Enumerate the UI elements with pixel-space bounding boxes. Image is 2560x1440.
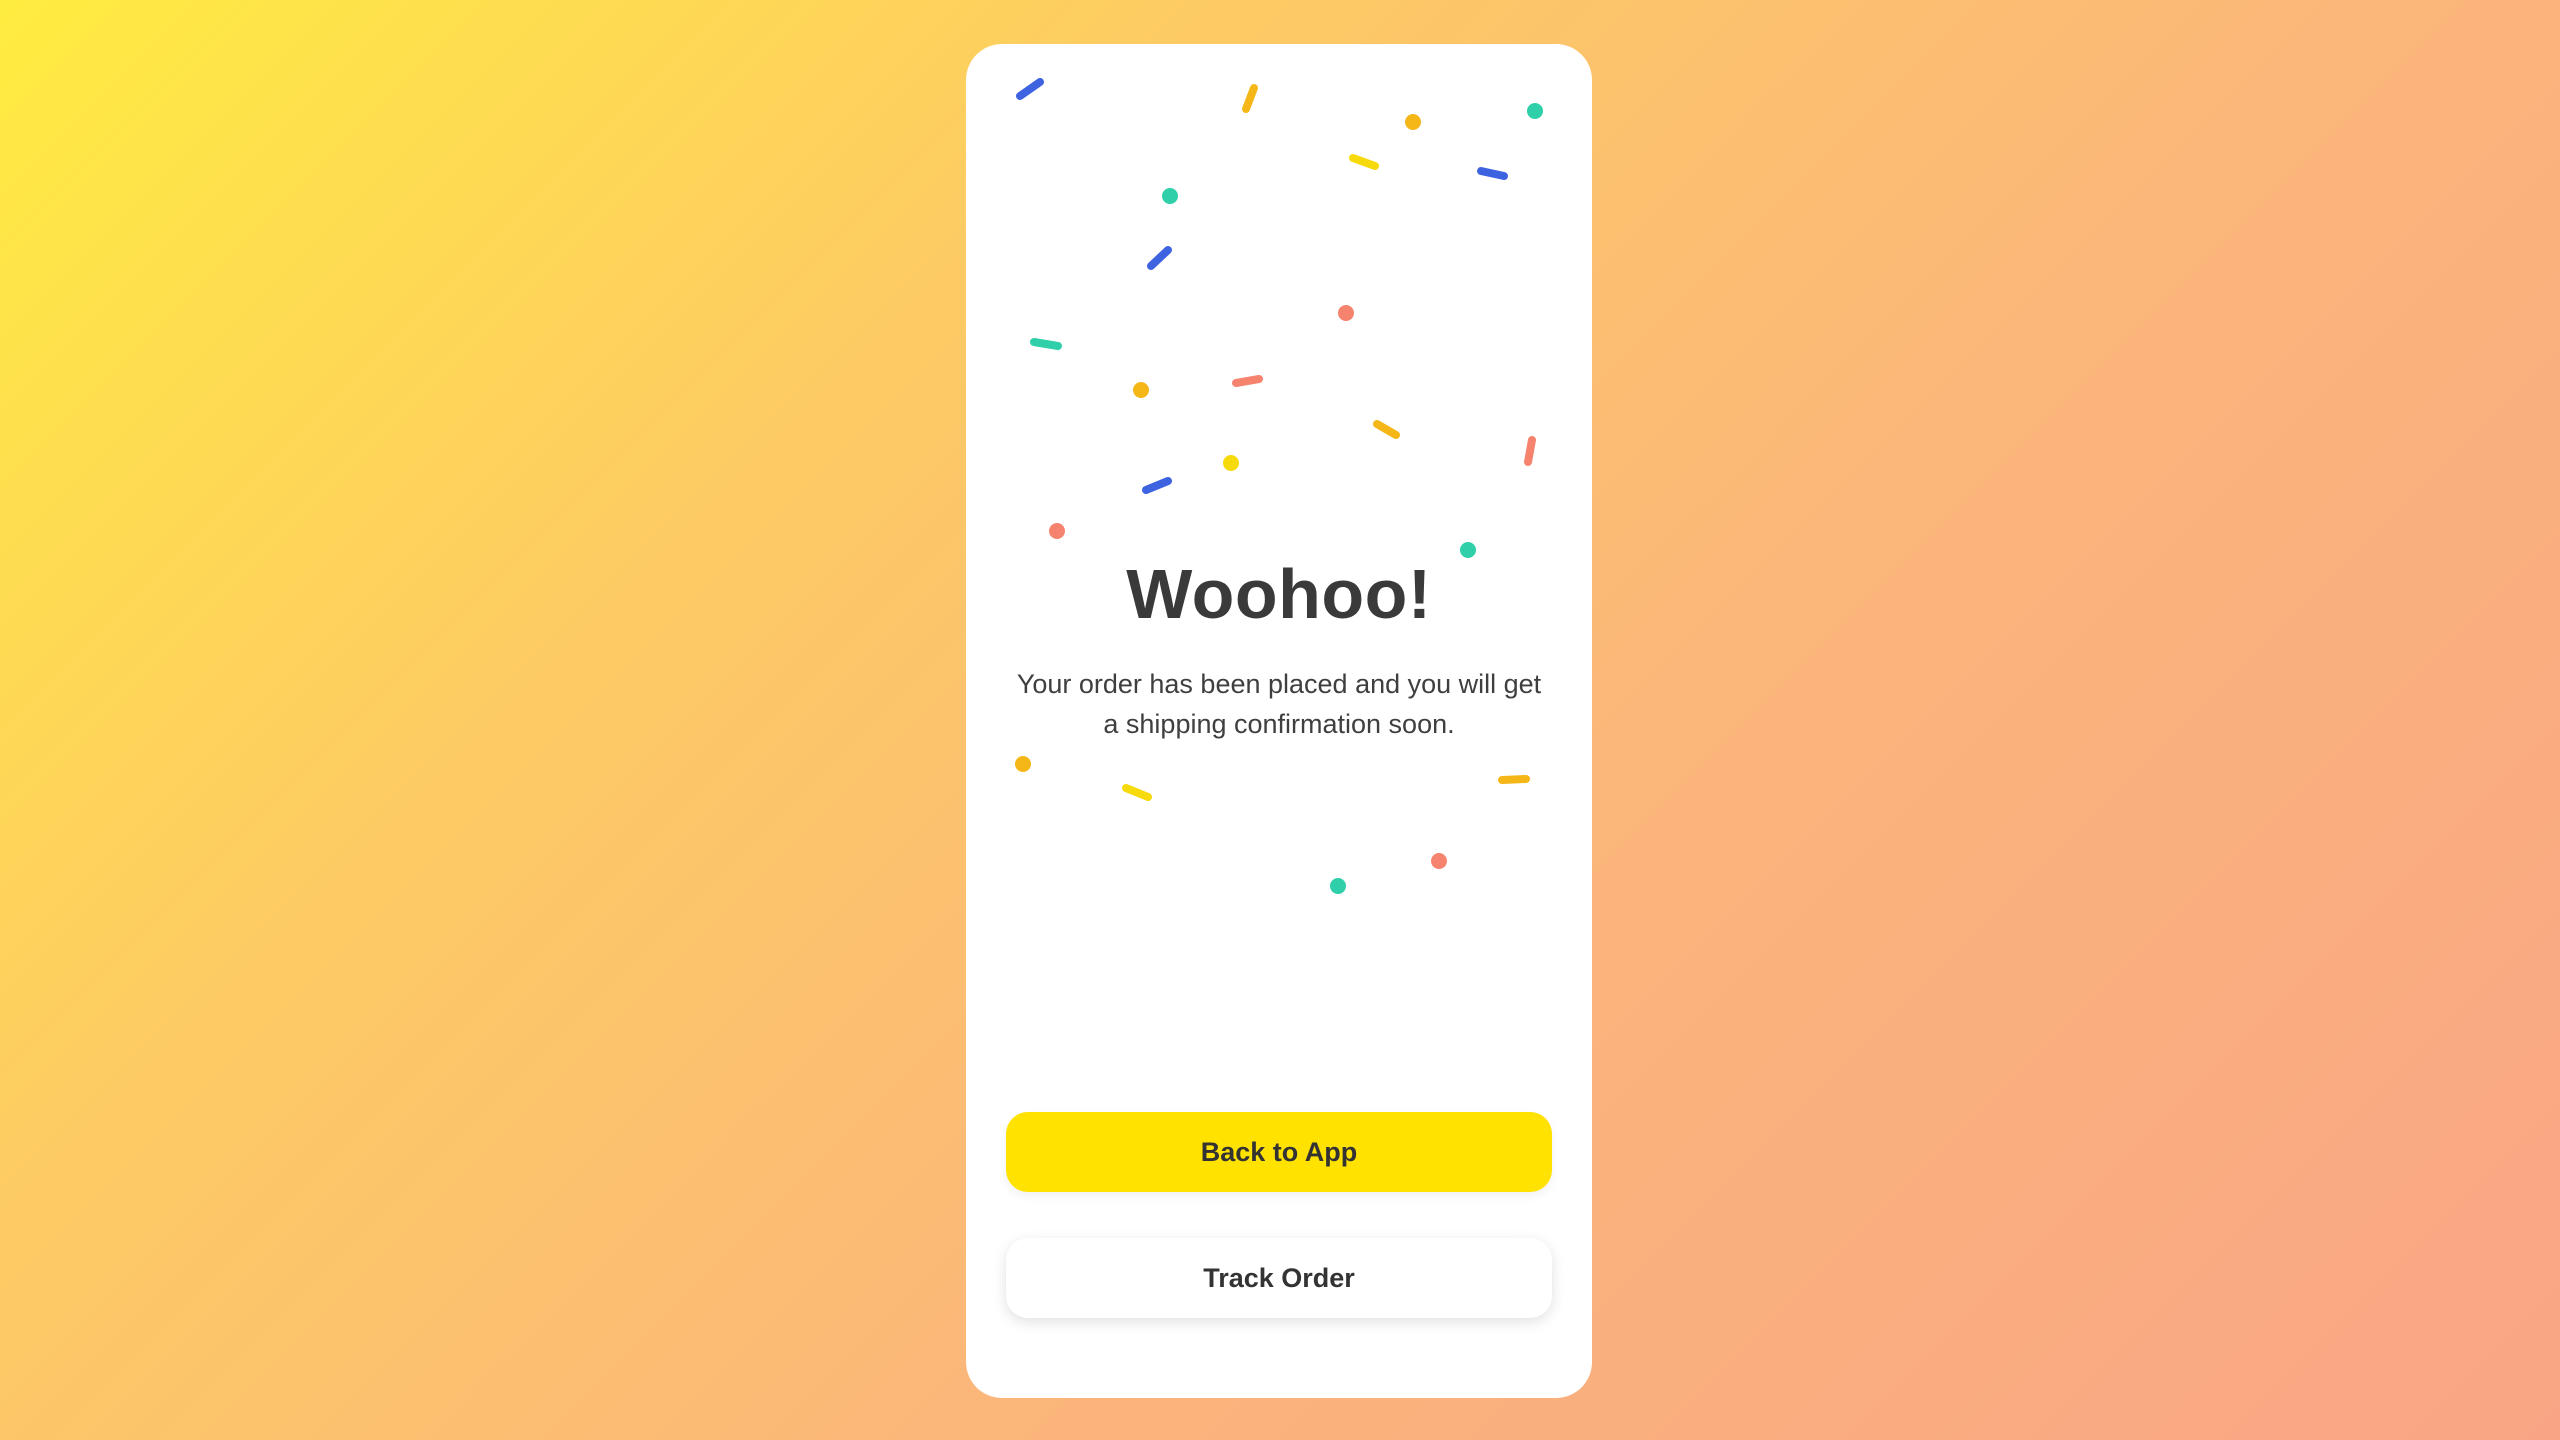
- confetti-dot: [1527, 103, 1543, 119]
- back-to-app-button[interactable]: Back to App: [1006, 1112, 1552, 1192]
- confetti-dot: [1338, 305, 1354, 321]
- confetti-piece: [1242, 84, 1258, 113]
- confetti-piece: [1232, 375, 1263, 387]
- confetti-dot: [1049, 523, 1065, 539]
- confetti-piece: [1142, 477, 1172, 494]
- confetti-piece: [1030, 338, 1062, 350]
- page-title: Woohoo!: [1126, 555, 1432, 633]
- confetti-dot: [1405, 114, 1421, 130]
- confetti-piece: [1147, 246, 1172, 270]
- confetti-dot: [1015, 756, 1031, 772]
- track-order-button[interactable]: Track Order: [1006, 1238, 1552, 1318]
- order-confirmation-card: Woohoo! Your order has been placed and y…: [966, 44, 1592, 1398]
- confetti-dot: [1162, 188, 1178, 204]
- confetti-piece: [1524, 436, 1536, 466]
- confetti-dot: [1223, 455, 1239, 471]
- confetti-piece: [1349, 154, 1379, 170]
- confetti-dot: [1431, 853, 1447, 869]
- confetti-dot: [1133, 382, 1149, 398]
- confetti-dot: [1330, 878, 1346, 894]
- confetti-piece: [1477, 167, 1508, 180]
- confetti-piece: [1498, 775, 1530, 784]
- confetti-piece: [1016, 78, 1044, 100]
- confetti-piece: [1373, 420, 1400, 439]
- confirmation-message: Your order has been placed and you will …: [1016, 669, 1542, 739]
- confetti-piece: [1122, 784, 1152, 801]
